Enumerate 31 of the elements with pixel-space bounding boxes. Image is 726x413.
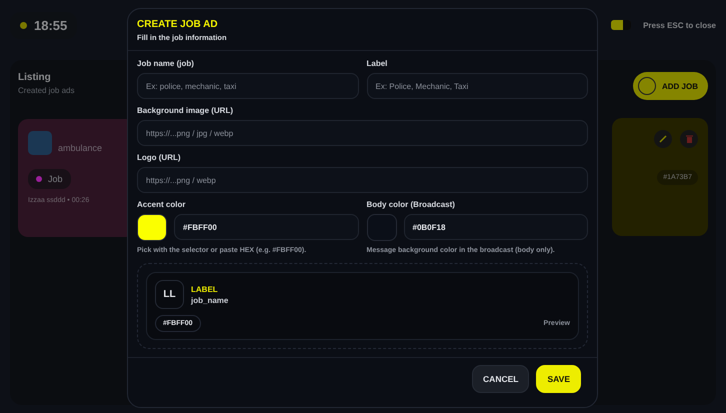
field-label: Label — [366, 59, 388, 68]
text-input-field[interactable]: Ex: police, mechanic, taxi — [137, 73, 358, 99]
field-label: Logo (URL) — [137, 153, 182, 162]
cancel-button[interactable]: CANCEL — [472, 365, 530, 393]
preview-label: LABEL — [191, 284, 219, 294]
color-swatch[interactable] — [366, 214, 396, 241]
field-label: Accent color — [137, 200, 186, 209]
field-label: Job name (job) — [137, 59, 195, 68]
listing-subtitle: Created job ads — [18, 86, 76, 95]
field-label: Background image (URL) — [137, 106, 234, 115]
toggle-switch[interactable] — [611, 20, 632, 30]
job-tag: Job — [28, 169, 71, 189]
status-dot-icon — [20, 22, 27, 28]
text-input-field[interactable]: Ex: Police, Mechanic, Taxi — [366, 73, 588, 99]
edit-pencil-icon[interactable] — [654, 130, 672, 148]
esc-hint: Press ESC to close — [643, 20, 716, 30]
field-label: Body color (Broadcast) — [366, 200, 456, 209]
save-button[interactable]: SAVE — [536, 365, 581, 393]
preview-job-name: job_name — [191, 296, 228, 304]
modal-title: CREATE JOB AD — [137, 19, 219, 30]
initials-avatar: LL — [155, 280, 184, 309]
job-name: ambulance — [58, 143, 104, 153]
listing-title: Listing — [18, 72, 52, 83]
text-input-field[interactable]: https://...png / webp — [137, 167, 588, 193]
clock-time: 18:55 — [34, 18, 68, 32]
text-input-field[interactable]: https://...png / jpg / webp — [137, 120, 588, 146]
add-job-button[interactable]: ADD JOB — [632, 72, 708, 100]
logo-placeholder — [28, 131, 52, 155]
hex-input-field[interactable]: #0B0F18 — [404, 214, 588, 240]
hex-input-field[interactable]: #FBFF00 — [174, 214, 358, 240]
color-swatch[interactable] — [137, 214, 167, 241]
